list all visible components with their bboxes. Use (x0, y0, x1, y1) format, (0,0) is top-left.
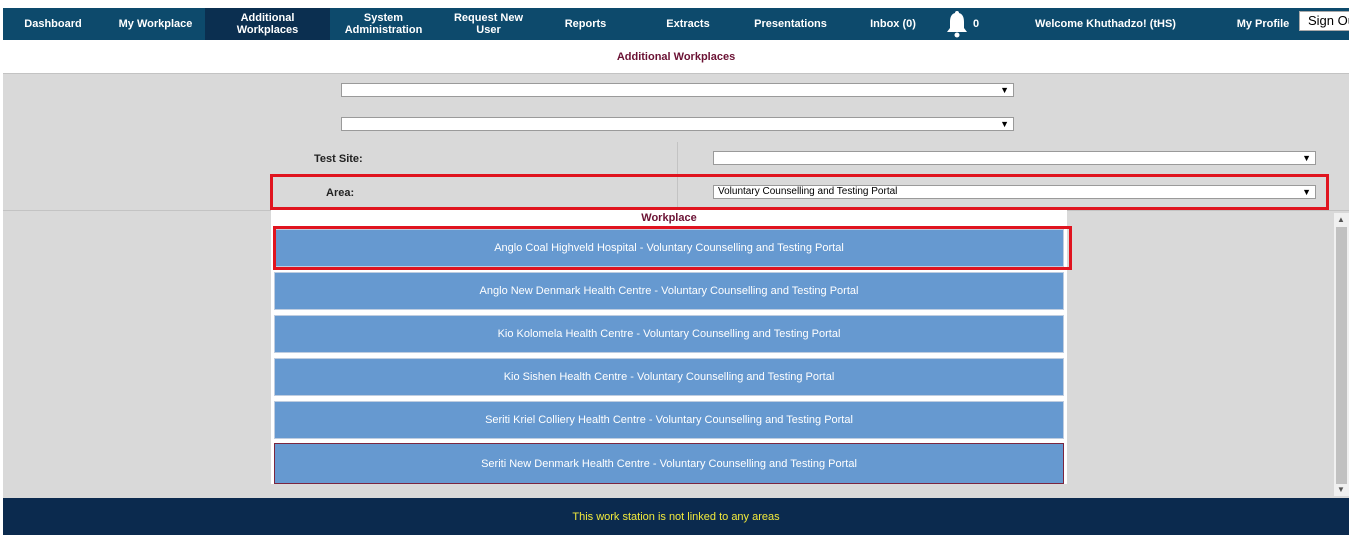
nav-reports[interactable]: Reports (548, 8, 623, 40)
dropdown-arrow-icon: ▼ (1302, 187, 1311, 197)
scroll-thumb[interactable] (1336, 227, 1347, 484)
test-site-row: Test Site: ▼ (3, 142, 1349, 177)
top-nav: Dashboard My Workplace Additional Workpl… (3, 8, 1349, 40)
workplace-button[interactable]: Seriti Kriel Colliery Health Centre - Vo… (274, 401, 1064, 439)
workplace-list: Anglo Coal Highveld Hospital - Voluntary… (271, 226, 1067, 484)
dropdown-1[interactable]: ▼ (341, 83, 1014, 97)
nav-request-new-user[interactable]: Request New User (441, 8, 536, 40)
nav-extracts[interactable]: Extracts (648, 8, 728, 40)
bell-icon (947, 11, 967, 38)
nav-my-profile[interactable]: My Profile (1223, 8, 1303, 40)
area-row: Area: Voluntary Counselling and Testing … (3, 176, 1349, 211)
notification-count: 0 (973, 18, 980, 30)
notifications-button[interactable]: 0 (943, 9, 985, 39)
filter-row-1: ▼ (3, 74, 1349, 109)
main-content: Additional Workplaces ▼ ▼ Test Site: ▼ A… (3, 40, 1349, 498)
workplace-button[interactable]: Seriti New Denmark Health Centre - Volun… (274, 443, 1064, 484)
test-site-label: Test Site: (314, 153, 363, 165)
column-divider (677, 142, 678, 176)
nav-presentations[interactable]: Presentations (743, 8, 838, 40)
sign-out-button[interactable]: Sign Out (1299, 11, 1349, 31)
nav-inbox[interactable]: Inbox (0) (853, 8, 933, 40)
dropdown-arrow-icon: ▼ (1000, 119, 1009, 129)
area-select-value: Voluntary Counselling and Testing Portal (718, 186, 898, 197)
workplace-button[interactable]: Kio Sishen Health Centre - Voluntary Cou… (274, 358, 1064, 396)
area-label: Area: (326, 187, 355, 199)
nav-additional-workplaces[interactable]: Additional Workplaces (205, 8, 330, 40)
test-site-select[interactable]: ▼ (713, 151, 1316, 165)
workplace-button[interactable]: Anglo Coal Highveld Hospital - Voluntary… (274, 229, 1064, 267)
column-divider (677, 176, 678, 210)
filter-row-2: ▼ (3, 108, 1349, 143)
dropdown-2[interactable]: ▼ (341, 117, 1014, 131)
scroll-up-icon[interactable]: ▲ (1337, 215, 1345, 224)
welcome-text: Welcome Khuthadzo! (tHS) (1035, 18, 1176, 30)
footer-message: This work station is not linked to any a… (572, 510, 780, 523)
vertical-scrollbar[interactable]: ▲ ▼ (1334, 213, 1349, 496)
dropdown-arrow-icon: ▼ (1000, 85, 1009, 95)
workplace-header: Workplace (271, 210, 1067, 226)
page-title: Additional Workplaces (3, 40, 1349, 74)
scroll-down-icon[interactable]: ▼ (1337, 485, 1345, 494)
workplace-button[interactable]: Kio Kolomela Health Centre - Voluntary C… (274, 315, 1064, 353)
dropdown-arrow-icon: ▼ (1302, 153, 1311, 163)
top-strip (0, 0, 1349, 8)
nav-system-administration[interactable]: System Administration (336, 8, 431, 40)
nav-my-workplace[interactable]: My Workplace (108, 8, 203, 40)
area-select[interactable]: Voluntary Counselling and Testing Portal… (713, 185, 1316, 199)
status-footer: This work station is not linked to any a… (3, 498, 1349, 535)
nav-dashboard[interactable]: Dashboard (13, 8, 93, 40)
workplace-button[interactable]: Anglo New Denmark Health Centre - Volunt… (274, 272, 1064, 310)
